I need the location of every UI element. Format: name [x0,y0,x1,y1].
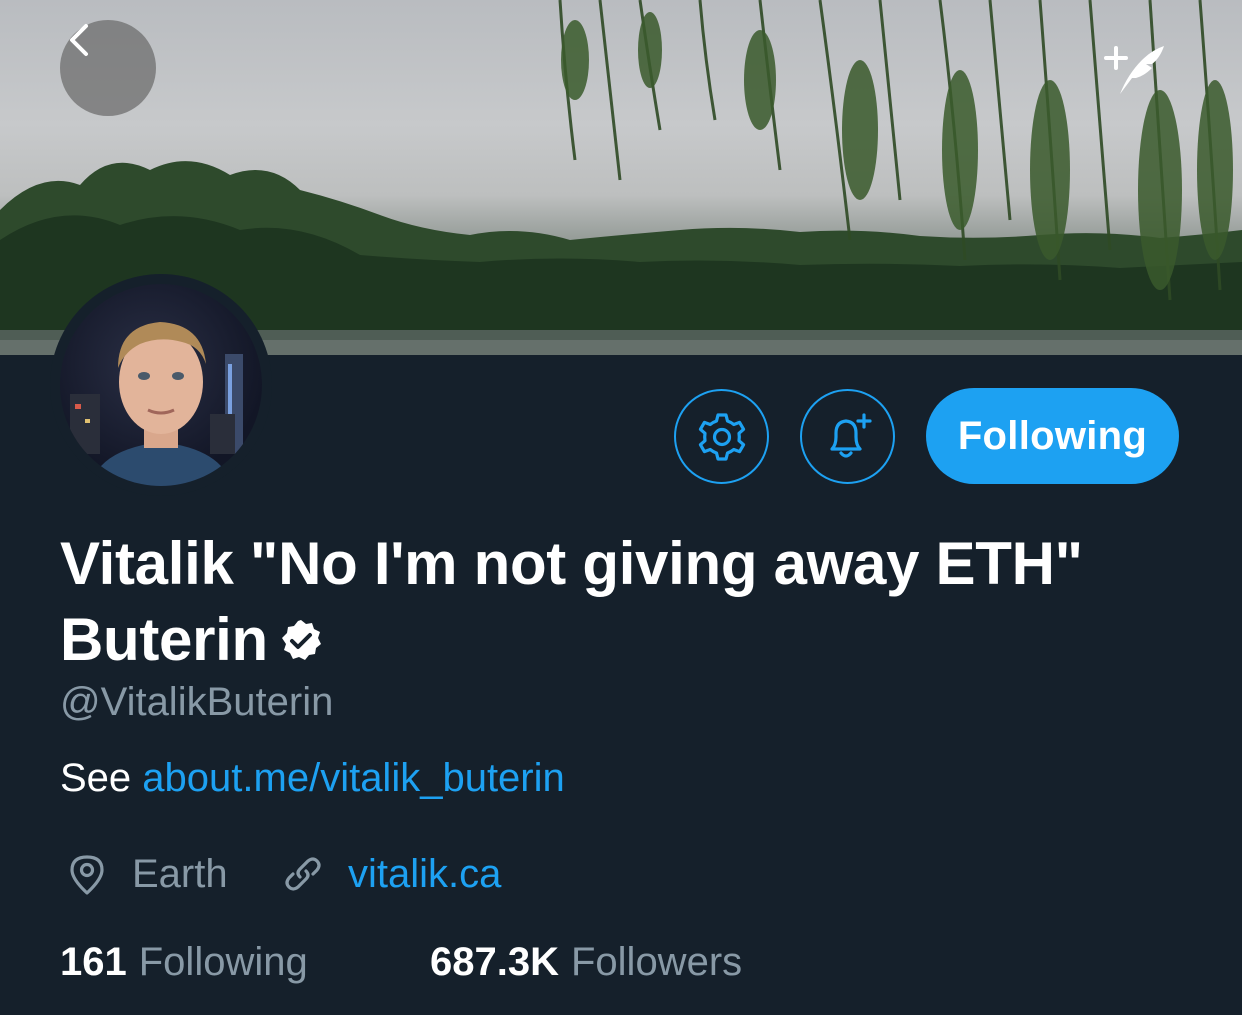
display-name: Vitalik "No I'm not giving away ETH" But… [60,530,1083,673]
bio-prefix: See [60,756,132,800]
bell-plus-icon [829,412,872,458]
display-name-block: Vitalik "No I'm not giving away ETH" But… [60,526,1160,682]
bio-link[interactable]: about.me/vitalik_buterin [142,756,564,800]
user-handle: @VitalikButerin [60,680,334,724]
followers-count: 687.3K [430,940,559,984]
avatar-border [50,274,272,496]
location-pin-icon [70,855,104,895]
profile-screen: Following Vitalik "No I'm not giving awa… [0,0,1242,1015]
gear-icon [698,412,745,461]
chevron-left-icon [70,24,88,56]
location-text: Earth [132,851,228,896]
following-stat[interactable]: 161 Following [60,940,308,985]
settings-button[interactable] [674,389,769,484]
avatar[interactable] [60,284,262,486]
following-label: Following [138,940,308,984]
avatar-photo [70,322,243,486]
website: vitalik.ca [280,851,501,897]
compose-tweet-button[interactable] [1098,38,1168,98]
compose-quill-icon [1104,46,1164,94]
verified-badge-icon [278,606,324,682]
following-button[interactable]: Following [926,388,1179,484]
following-count: 161 [60,940,127,984]
bio: See about.me/vitalik_buterin [60,756,565,801]
notifications-button[interactable] [800,389,895,484]
followers-label: Followers [570,940,743,984]
link-icon [285,857,321,891]
location: Earth [64,851,228,897]
website-link[interactable]: vitalik.ca [348,852,501,897]
followers-stat[interactable]: 687.3K Followers [430,940,742,985]
back-button[interactable] [60,20,156,116]
